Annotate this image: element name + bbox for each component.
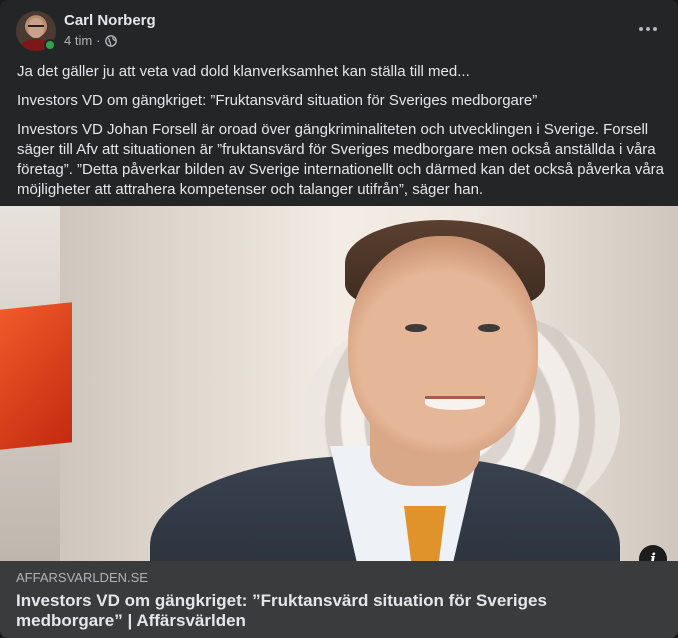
meta-separator: · bbox=[96, 33, 101, 48]
link-domain: AFFARSVARLDEN.SE bbox=[16, 570, 148, 585]
globe-icon[interactable] bbox=[104, 34, 117, 47]
post-text: Ja det gäller ju att veta vad dold klanv… bbox=[17, 62, 666, 209]
more-options-button[interactable] bbox=[630, 13, 666, 45]
post-meta: 4 tim · bbox=[64, 33, 117, 48]
feed-post: Carl Norberg 4 tim · Ja det gäller ju at… bbox=[0, 0, 678, 638]
post-header: Carl Norberg 4 tim · bbox=[16, 11, 662, 51]
online-status-indicator bbox=[44, 39, 56, 51]
author-name[interactable]: Carl Norberg bbox=[64, 12, 156, 29]
link-preview-image[interactable]: i bbox=[0, 206, 678, 561]
post-timestamp[interactable]: 4 tim bbox=[64, 33, 92, 48]
post-paragraph: Investors VD om gängkriget: ”Fruktansvär… bbox=[17, 92, 538, 109]
more-horizontal-icon bbox=[639, 27, 657, 31]
post-paragraph: Investors VD Johan Forsell är oroad över… bbox=[17, 121, 665, 198]
link-preview-card[interactable]: AFFARSVARLDEN.SE Investors VD om gängkri… bbox=[0, 561, 678, 638]
link-title[interactable]: Investors VD om gängkriget: ”Fruktansvär… bbox=[16, 591, 588, 631]
info-button[interactable]: i bbox=[639, 545, 667, 561]
post-paragraph: Ja det gäller ju att veta vad dold klanv… bbox=[17, 63, 470, 80]
info-icon: i bbox=[650, 550, 656, 561]
